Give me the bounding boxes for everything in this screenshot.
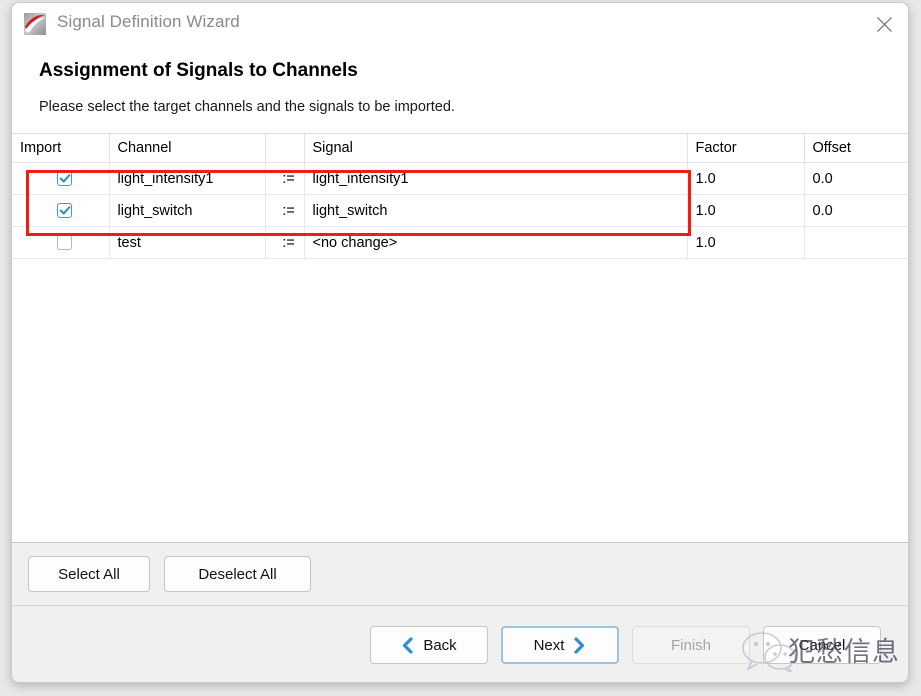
finish-button: Finish bbox=[632, 626, 750, 664]
close-icon[interactable] bbox=[860, 3, 908, 45]
row-factor-cell[interactable]: 1.0 bbox=[687, 162, 805, 195]
row-factor-cell[interactable]: 1.0 bbox=[687, 226, 805, 259]
row-operator-cell: := bbox=[265, 162, 305, 195]
row-factor-cell[interactable]: 1.0 bbox=[687, 194, 805, 227]
dialog-window: Signal Definition Wizard Assignment of S… bbox=[11, 2, 909, 683]
row-offset-cell[interactable]: 0.0 bbox=[804, 162, 908, 195]
page-subtitle: Please select the target channels and th… bbox=[39, 99, 455, 115]
import-checkbox[interactable] bbox=[56, 171, 72, 187]
window-title: Signal Definition Wizard bbox=[57, 12, 240, 31]
select-all-button[interactable]: Select All bbox=[28, 556, 150, 592]
chevron-right-icon bbox=[573, 636, 586, 654]
signal-assignment-table: Import Channel Signal Factor Offset ligh… bbox=[12, 134, 908, 259]
row-operator-cell: := bbox=[265, 226, 305, 259]
row-channel-cell[interactable]: light_intensity1 bbox=[109, 162, 266, 195]
column-header-operator[interactable] bbox=[265, 134, 305, 163]
table-row[interactable]: test := <no change> 1.0 bbox=[12, 226, 908, 259]
column-header-channel[interactable]: Channel bbox=[109, 134, 266, 163]
column-header-factor[interactable]: Factor bbox=[687, 134, 805, 163]
row-import-cell[interactable] bbox=[12, 194, 110, 227]
page-title: Assignment of Signals to Channels bbox=[39, 60, 358, 81]
table-header-row: Import Channel Signal Factor Offset bbox=[12, 134, 908, 163]
row-import-cell[interactable] bbox=[12, 226, 110, 259]
import-checkbox[interactable] bbox=[56, 203, 72, 219]
footer-button-bar: Back Next Finish Cancel bbox=[12, 606, 908, 682]
column-header-import[interactable]: Import bbox=[12, 134, 110, 163]
back-button-label: Back bbox=[423, 636, 457, 654]
back-button[interactable]: Back bbox=[370, 626, 488, 664]
row-channel-cell[interactable]: test bbox=[109, 226, 266, 259]
column-header-offset[interactable]: Offset bbox=[804, 134, 908, 163]
next-button[interactable]: Next bbox=[501, 626, 619, 664]
row-offset-cell[interactable]: 0.0 bbox=[804, 194, 908, 227]
import-checkbox[interactable] bbox=[56, 235, 72, 251]
row-offset-cell[interactable] bbox=[804, 226, 908, 259]
header-section: Assignment of Signals to Channels Please… bbox=[12, 45, 908, 134]
row-operator-cell: := bbox=[265, 194, 305, 227]
chevron-left-icon bbox=[401, 636, 414, 654]
table-row[interactable]: light_intensity1 := light_intensity1 1.0… bbox=[12, 162, 908, 195]
deselect-all-button[interactable]: Deselect All bbox=[164, 556, 311, 592]
table-row[interactable]: light_switch := light_switch 1.0 0.0 bbox=[12, 194, 908, 227]
cancel-button[interactable]: Cancel bbox=[763, 626, 881, 664]
row-channel-cell[interactable]: light_switch bbox=[109, 194, 266, 227]
signal-table-area: Import Channel Signal Factor Offset ligh… bbox=[12, 134, 908, 543]
row-signal-cell[interactable]: <no change> bbox=[304, 226, 688, 259]
selection-toolbar: Select All Deselect All bbox=[12, 543, 908, 606]
column-header-signal[interactable]: Signal bbox=[304, 134, 688, 163]
next-button-label: Next bbox=[533, 636, 565, 654]
wizard-logo-icon bbox=[24, 13, 46, 35]
row-signal-cell[interactable]: light_intensity1 bbox=[304, 162, 688, 195]
title-bar: Signal Definition Wizard bbox=[12, 3, 908, 45]
row-import-cell[interactable] bbox=[12, 162, 110, 195]
row-signal-cell[interactable]: light_switch bbox=[304, 194, 688, 227]
